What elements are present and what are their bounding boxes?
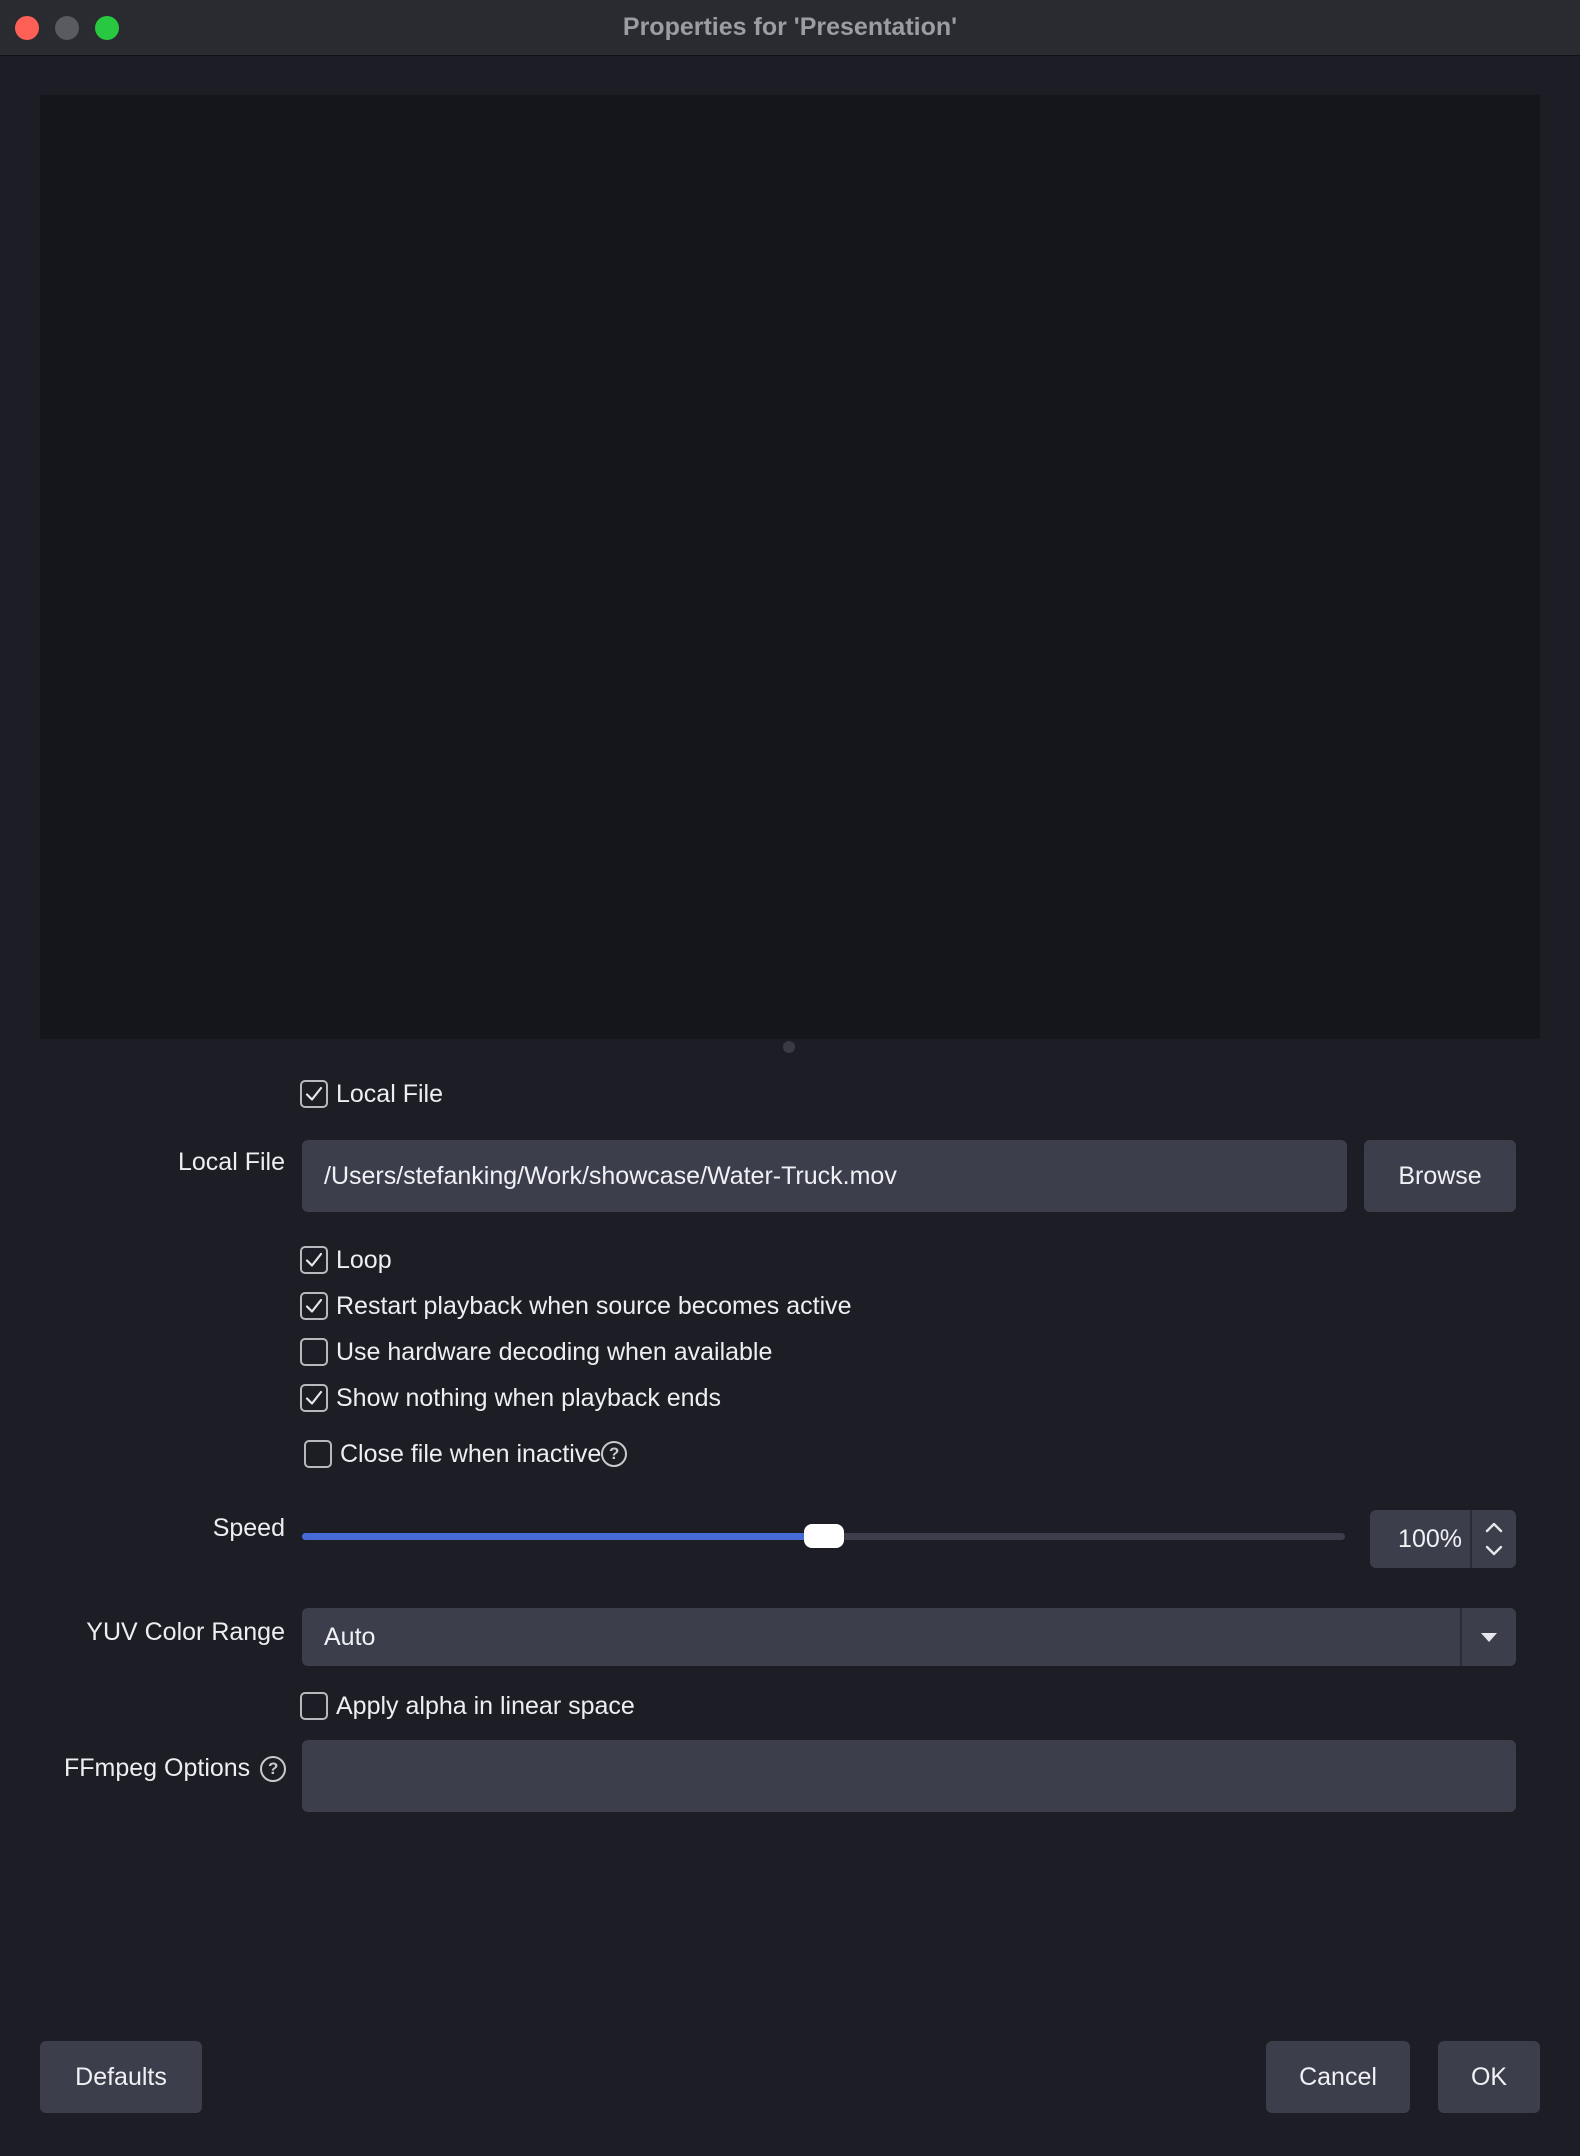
restart-playback-checkbox[interactable]: Restart playback when source becomes act… [300,1289,852,1323]
checkbox-box [300,1292,328,1320]
checkbox-box [300,1692,328,1720]
checkbox-label: Close file when inactive [340,1439,602,1468]
chevron-up-icon[interactable] [1485,1522,1503,1533]
checkbox-label: Restart playback when source becomes act… [336,1291,852,1320]
checkbox-box [304,1440,332,1468]
yuv-color-range-label: YUV Color Range [86,1618,285,1646]
checkbox-label: Local File [336,1079,443,1108]
speed-slider[interactable] [302,1524,1345,1548]
checkbox-label: Loop [336,1245,392,1274]
checkmark-icon [305,1086,323,1101]
cancel-button[interactable]: Cancel [1266,2041,1410,2113]
local-file-checkbox[interactable]: Local File [300,1077,443,1111]
checkbox-label: Apply alpha in linear space [336,1691,635,1720]
select-divider [1460,1608,1462,1666]
checkbox-label: Use hardware decoding when available [336,1337,773,1366]
help-circle-icon[interactable]: ? [601,1441,628,1467]
speed-value: 100% [1398,1525,1462,1553]
title-bar: Properties for 'Presentation' [0,0,1580,56]
loop-checkbox[interactable]: Loop [300,1243,392,1277]
triangle-down-icon[interactable] [1476,1626,1502,1648]
chevron-down-icon[interactable] [1485,1545,1503,1556]
checkbox-label: Show nothing when playback ends [336,1383,721,1412]
ffmpeg-options-label-group: FFmpeg Options ? [64,1754,287,1783]
local-file-path-value: /Users/stefanking/Work/showcase/Water-Tr… [324,1161,897,1190]
speed-slider-handle[interactable] [803,1524,844,1548]
ffmpeg-options-label: FFmpeg Options [64,1754,251,1782]
close-file-checkbox[interactable]: Close file when inactive ? [304,1437,628,1471]
source-preview [40,95,1540,1039]
hardware-decoding-checkbox[interactable]: Use hardware decoding when available [300,1335,772,1369]
speed-spinbox[interactable]: 100% [1370,1510,1516,1568]
show-nothing-checkbox[interactable]: Show nothing when playback ends [300,1381,721,1415]
checkbox-box [300,1384,328,1412]
yuv-selected-value: Auto [324,1622,376,1651]
checkbox-box [300,1338,328,1366]
checkmark-icon [305,1390,323,1405]
defaults-button[interactable]: Defaults [40,2041,202,2113]
apply-alpha-checkbox[interactable]: Apply alpha in linear space [300,1689,635,1723]
speed-label: Speed [212,1514,285,1542]
spinbox-arrows [1472,1510,1516,1568]
browse-button[interactable]: Browse [1364,1140,1516,1212]
local-file-path-field[interactable]: /Users/stefanking/Work/showcase/Water-Tr… [302,1140,1347,1212]
checkmark-icon [305,1252,323,1267]
ok-button[interactable]: OK [1438,2041,1540,2113]
checkbox-box [300,1080,328,1108]
splitter-handle[interactable] [783,1041,795,1053]
checkmark-icon [305,1298,323,1313]
window-title: Properties for 'Presentation' [622,13,958,41]
help-circle-icon[interactable]: ? [260,1755,287,1782]
ffmpeg-options-field[interactable] [302,1740,1516,1812]
properties-dialog: Properties for 'Presentation' Local File… [0,0,1580,2156]
checkbox-box [300,1246,328,1274]
local-file-label: Local File [178,1148,285,1176]
yuv-color-range-select[interactable]: Auto [302,1608,1516,1666]
speed-slider-fill [302,1533,824,1540]
